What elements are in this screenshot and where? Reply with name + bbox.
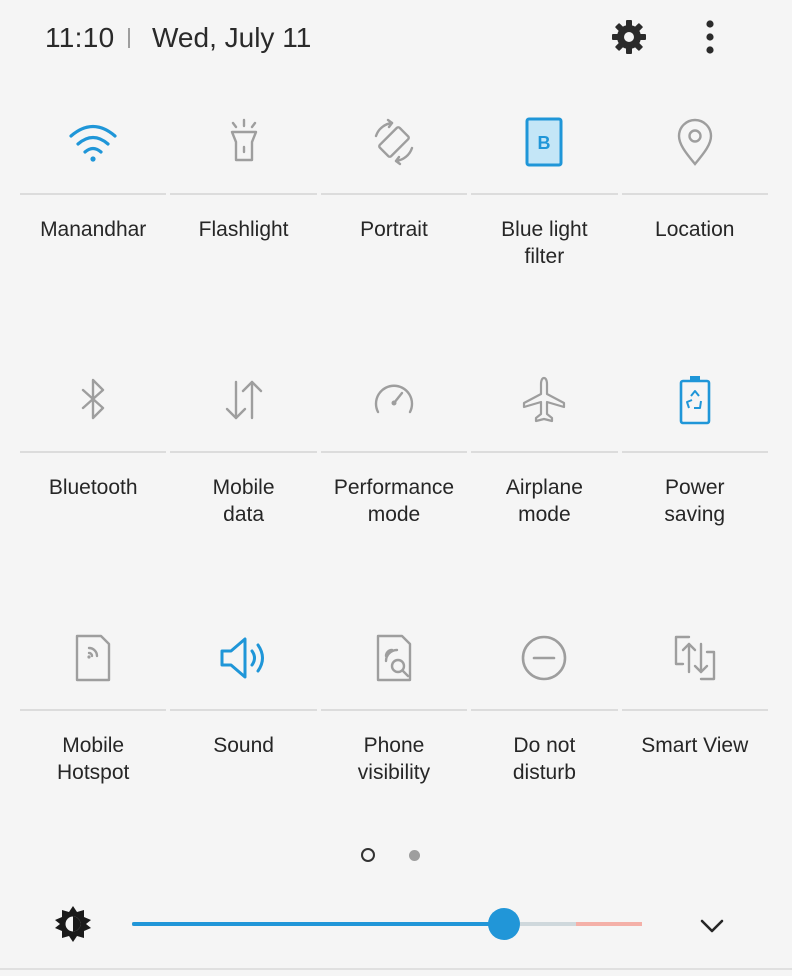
slider-track-fill <box>132 922 504 926</box>
tile-sound[interactable]: Sound <box>168 612 318 870</box>
flashlight-icon <box>230 118 257 162</box>
chevron-down-icon[interactable] <box>694 908 730 944</box>
location-pin-icon <box>677 118 712 166</box>
tile-performance-mode[interactable]: Performance mode <box>319 354 469 612</box>
quick-settings-row: Mobile Hotspot Sound Phone visibility Do… <box>18 612 770 870</box>
tile-label: Portrait <box>360 218 428 241</box>
tile-label: Smart View <box>641 734 749 757</box>
tile-label: Phone visibility <box>357 734 431 784</box>
page-dot-current[interactable] <box>361 848 375 862</box>
slider-thumb[interactable] <box>488 908 520 940</box>
quick-settings-row: Manandhar Flashlight Portrait B Blue lig… <box>18 96 770 354</box>
tile-divider <box>621 709 768 711</box>
tile-do-not-disturb[interactable]: Do not disturb <box>469 612 619 870</box>
tile-label: Mobile Hotspot <box>57 734 130 784</box>
bluetooth-icon <box>81 378 105 420</box>
phone-visibility-icon <box>376 634 412 682</box>
tile-divider <box>621 451 768 453</box>
hotspot-icon <box>75 634 111 682</box>
tile-divider <box>320 193 468 195</box>
tile-mobile-data[interactable]: Mobile data <box>168 354 318 612</box>
tile-airplane-mode[interactable]: Airplane mode <box>469 354 619 612</box>
do-not-disturb-icon <box>522 635 567 681</box>
tile-portrait[interactable]: Portrait <box>319 96 469 354</box>
tile-divider <box>20 709 167 711</box>
tile-flashlight[interactable]: Flashlight <box>168 96 318 354</box>
tile-smart-view[interactable]: Smart View <box>620 612 770 870</box>
tile-phone-visibility[interactable]: Phone visibility <box>319 612 469 870</box>
speaker-icon <box>220 637 264 679</box>
tile-divider <box>170 193 317 195</box>
status-bar: 11:10 Wed, July 11 <box>0 0 792 80</box>
tile-divider <box>621 193 768 195</box>
smart-view-icon <box>674 635 715 681</box>
svg-text:B: B <box>538 133 551 153</box>
tile-divider <box>471 709 618 711</box>
tile-bluetooth[interactable]: Bluetooth <box>18 354 168 612</box>
tile-label: Mobile data <box>212 476 275 526</box>
brightness-icon[interactable] <box>54 905 92 943</box>
tile-divider <box>20 193 167 195</box>
airplane-icon <box>523 376 566 423</box>
tile-location[interactable]: Location <box>620 96 770 354</box>
rotation-lock-icon <box>374 118 414 166</box>
tile-label: Bluetooth <box>48 476 138 499</box>
tile-mobile-hotspot[interactable]: Mobile Hotspot <box>18 612 168 870</box>
tile-divider <box>471 193 618 195</box>
battery-recycle-icon <box>679 376 711 425</box>
tile-label: Flashlight <box>198 218 289 241</box>
tile-label: Performance mode <box>333 476 455 526</box>
tile-label: Location <box>655 218 735 241</box>
tile-label: Blue light filter <box>501 218 588 268</box>
tile-divider <box>320 709 468 711</box>
quick-settings-grid: Manandhar Flashlight Portrait B Blue lig… <box>18 96 770 870</box>
tile-label: Do not disturb <box>512 734 576 784</box>
date-label: Wed, July 11 <box>152 22 312 53</box>
tile-label: Manandhar <box>40 218 147 241</box>
page-dot[interactable] <box>409 850 420 861</box>
wifi-icon <box>69 124 117 162</box>
tile-power-saving[interactable]: Power saving <box>620 354 770 612</box>
blue-light-filter-icon: B <box>525 117 563 167</box>
clock-time: 11:10 <box>45 22 115 53</box>
tile-divider <box>170 709 317 711</box>
tile-label: Sound <box>213 734 274 757</box>
page-indicator <box>0 847 792 867</box>
tile-label: Power saving <box>664 476 726 526</box>
tile-label: Airplane mode <box>505 476 583 526</box>
mobile-data-icon <box>225 380 262 420</box>
tile-divider <box>20 451 167 453</box>
brightness-slider[interactable] <box>132 902 642 946</box>
slider-track-high <box>576 922 642 926</box>
tile-divider <box>170 451 317 453</box>
tile-divider <box>471 451 618 453</box>
tile-wifi[interactable]: Manandhar <box>18 96 168 354</box>
tile-blue-light-filter[interactable]: B Blue light filter <box>469 96 619 354</box>
tile-divider <box>320 451 468 453</box>
time-date-separator <box>128 28 130 48</box>
quick-settings-row: Bluetooth Mobile data Performance mode A… <box>18 354 770 612</box>
settings-gear-icon[interactable] <box>607 15 651 59</box>
panel-bottom-divider <box>0 968 792 970</box>
speedometer-icon <box>374 384 414 414</box>
more-vertical-icon[interactable] <box>692 15 728 59</box>
